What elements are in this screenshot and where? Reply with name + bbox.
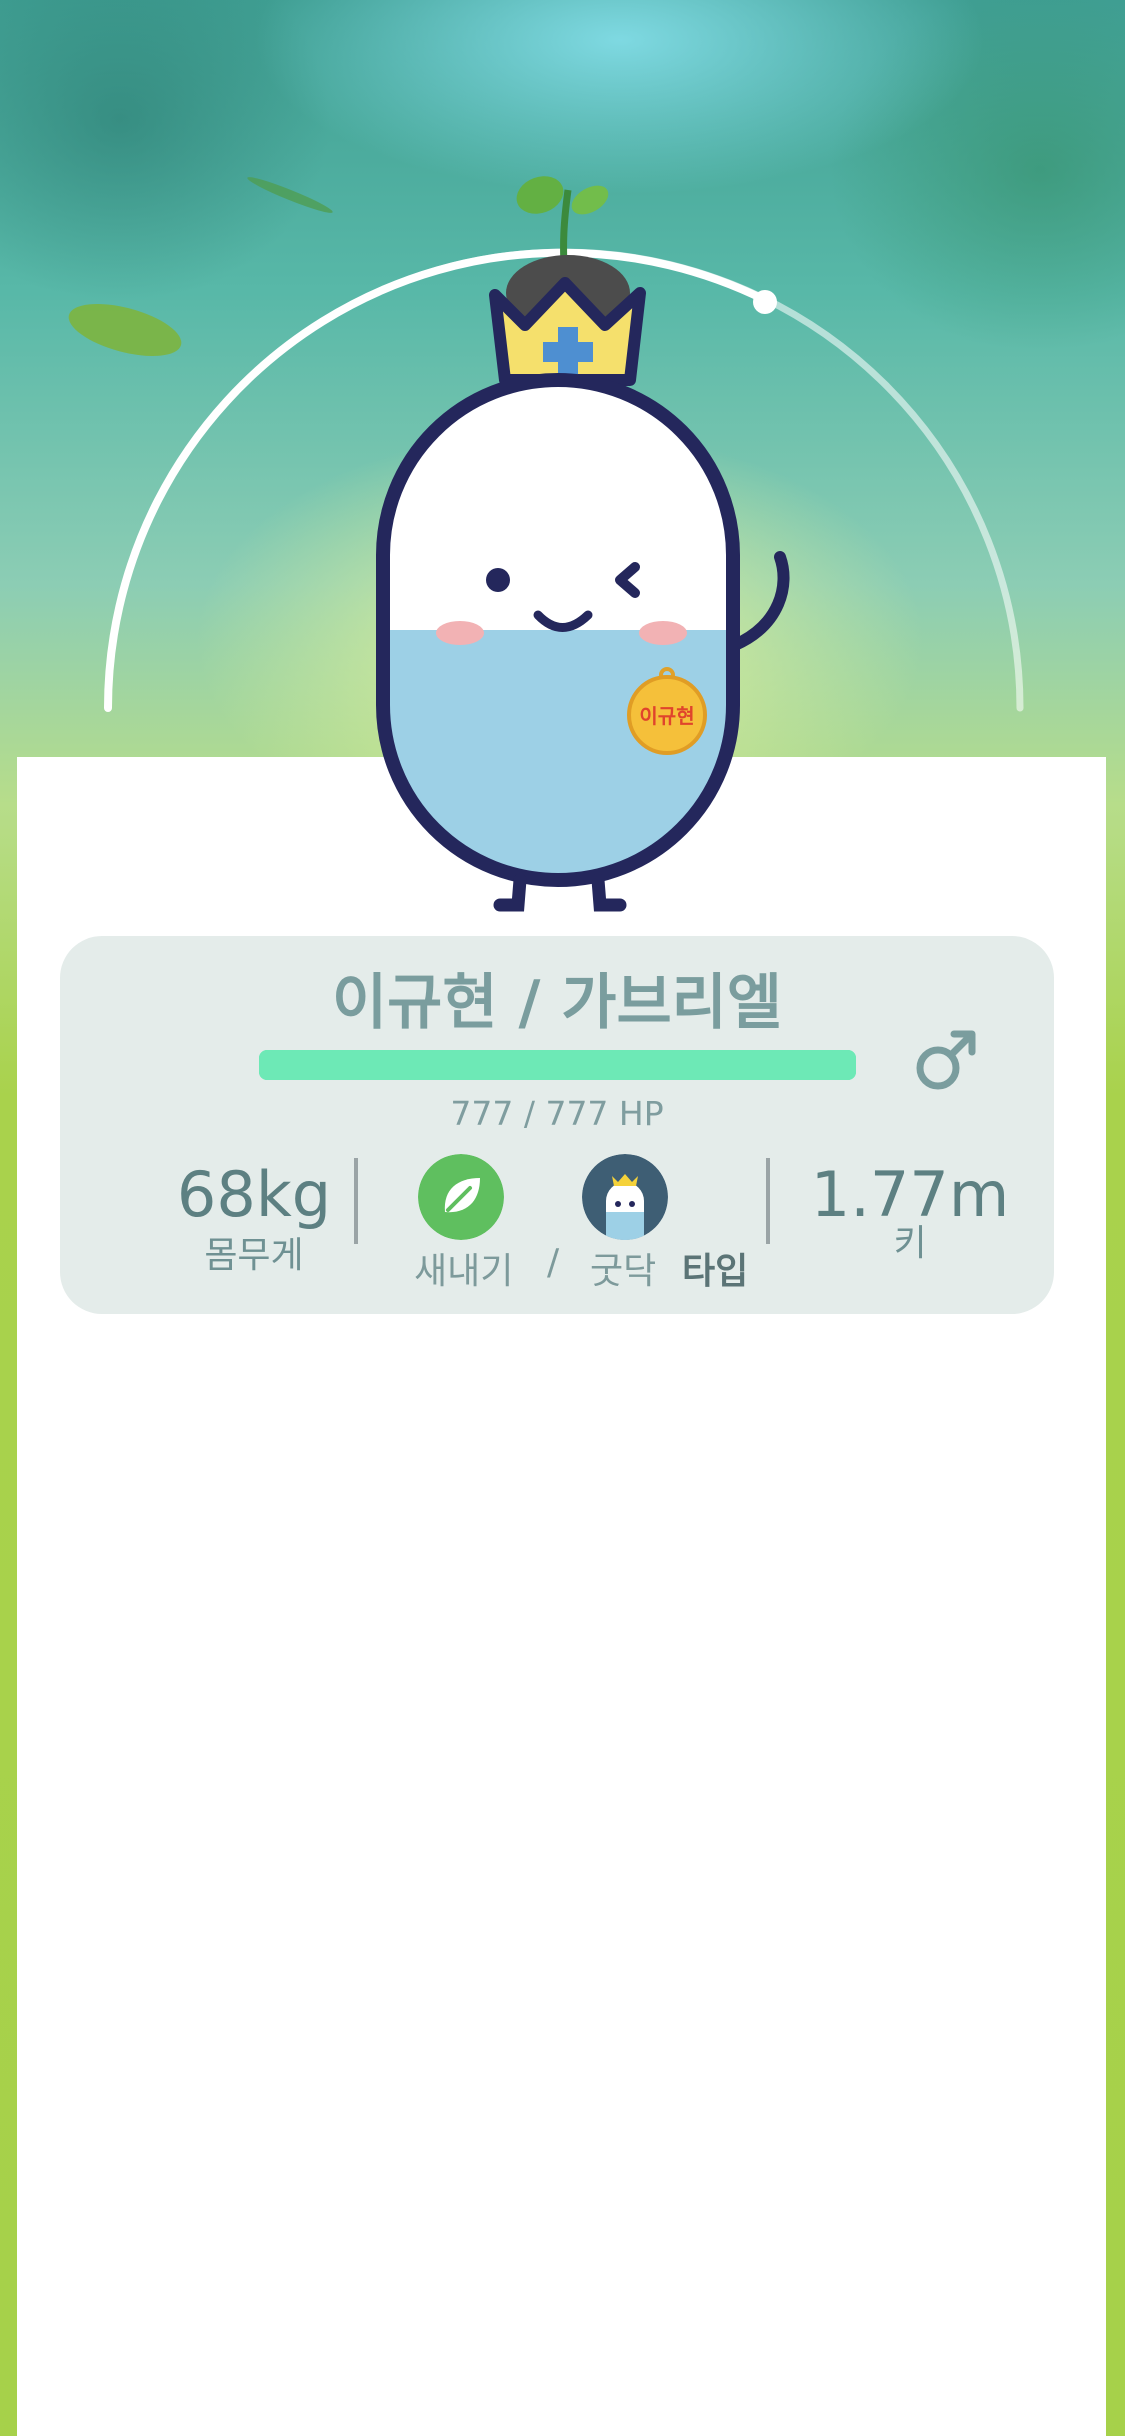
mascot-character: 이규현 — [376, 176, 790, 912]
type-separator: / — [547, 1242, 560, 1283]
type-suffix: 타입 — [682, 1251, 749, 1292]
character-info-card: 이규현 / 가브리엘 777 / 777 HP 68kg 몸무게 새내기 / 굿… — [60, 936, 1054, 1314]
type-primary: 새내기 — [414, 1251, 514, 1292]
male-icon — [916, 1030, 976, 1090]
type-secondary: 굿닥 — [590, 1251, 657, 1292]
height-label: 키 — [893, 1223, 927, 1264]
hp-bar — [259, 1050, 856, 1080]
hp-text: 777 / 777 HP — [450, 1094, 664, 1133]
goodoc-mascot-icon[interactable] — [582, 1154, 668, 1240]
name-tag-text: 이규현 — [639, 704, 694, 728]
hp-bar-fill — [259, 1050, 856, 1080]
weight-label: 몸무게 — [204, 1235, 304, 1276]
weight-value: 68kg — [176, 1158, 332, 1231]
divider-right — [766, 1158, 770, 1244]
divider-left — [354, 1158, 358, 1244]
leaf-icon[interactable] — [418, 1154, 504, 1240]
character-name: 이규현 / 가브리엘 — [331, 968, 783, 1038]
